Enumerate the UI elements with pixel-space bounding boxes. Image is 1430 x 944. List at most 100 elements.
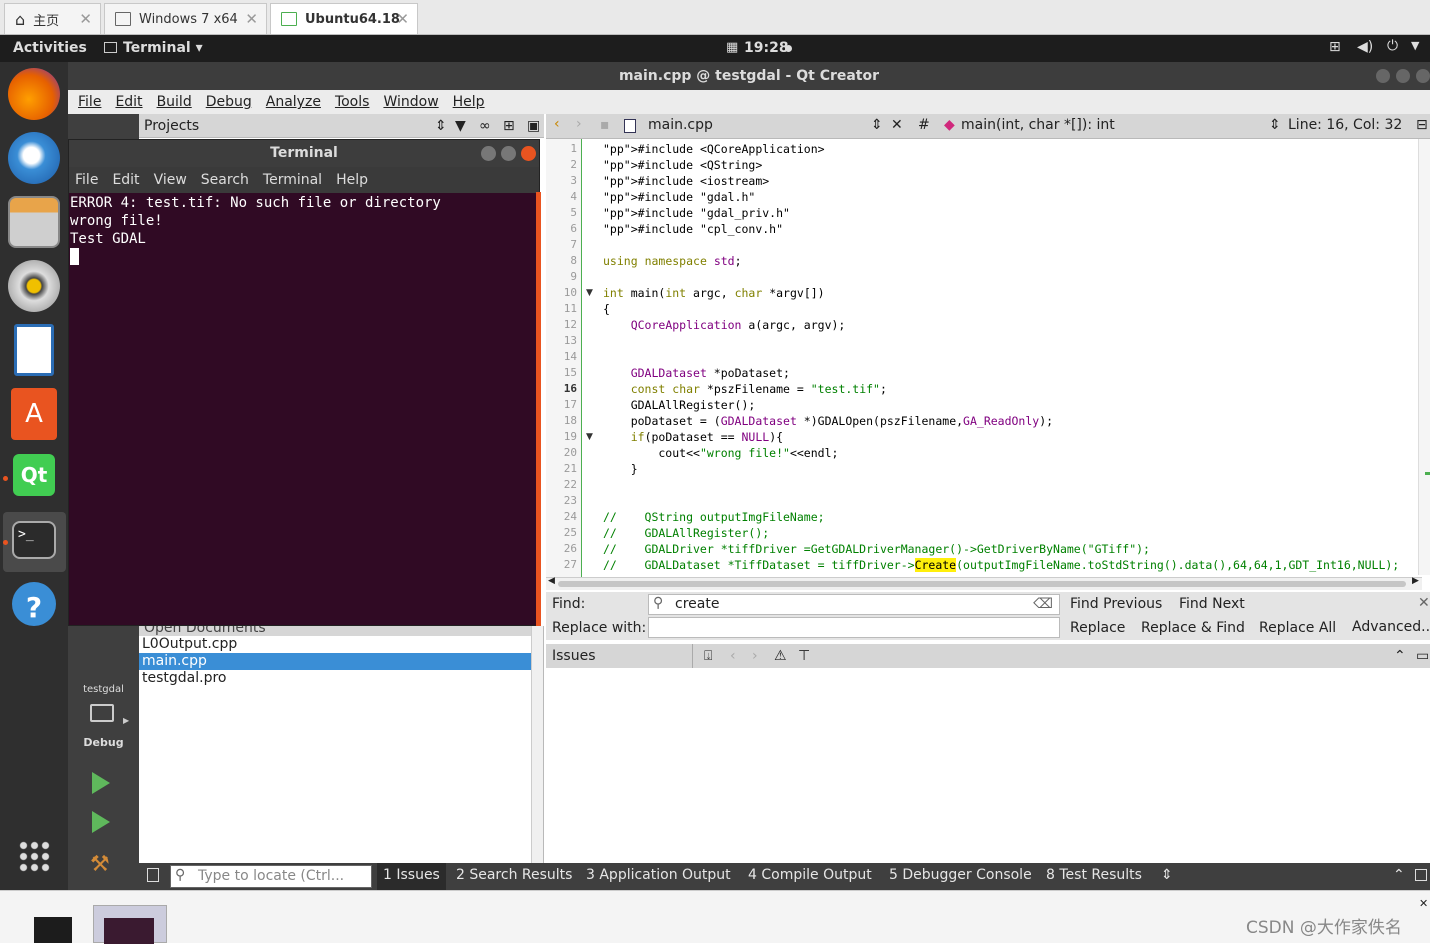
volume-icon[interactable]: ◀) [1357,39,1373,55]
help-icon[interactable]: ? [12,582,56,626]
close-pane-icon[interactable] [1415,869,1427,881]
current-file[interactable]: main.cpp [648,117,713,133]
terminal-menu-terminal[interactable]: Terminal [263,172,322,188]
replace-input[interactable] [648,617,1060,638]
terminal-menu-view[interactable]: View [154,172,187,188]
sort-icon[interactable]: ⇕ [871,117,883,133]
maximize-pane-icon[interactable]: ⌃ [1393,867,1405,883]
forward-icon[interactable]: › [576,116,582,132]
menu-analyze[interactable]: Analyze [266,94,321,110]
activities-button[interactable]: Activities [13,40,87,56]
terminal-menu-edit[interactable]: Edit [112,172,139,188]
fold-icon[interactable]: ▼ [586,432,593,442]
files-icon[interactable] [8,196,60,248]
cursor-position[interactable]: Line: 16, Col: 32 [1288,117,1402,133]
scroll-left-icon[interactable]: ◀ [548,576,555,586]
menu-debug[interactable]: Debug [206,94,252,110]
next-icon[interactable]: › [752,644,758,668]
qt-creator-icon[interactable]: Qt [13,454,55,496]
debug-run-icon[interactable] [92,811,110,833]
split-icon[interactable]: ⊟ [1416,117,1428,133]
close-pane-icon[interactable]: ▭ [1416,644,1429,668]
filter-icon[interactable]: ▼ [455,114,466,138]
find-next-button[interactable]: Find Next [1179,596,1245,612]
link-icon[interactable]: ∞ [479,114,491,138]
tab-debugger-console[interactable]: 5 Debugger Console [889,867,1032,883]
open-documents-header[interactable]: Open Documents [139,626,543,636]
minimize-button[interactable] [481,146,496,161]
clear-icon[interactable]: ⌫ [1033,596,1053,612]
minimize-button[interactable] [1376,69,1390,83]
app-menu-button[interactable]: Terminal ▾ [123,40,203,56]
replace-find-button[interactable]: Replace & Find [1141,620,1245,636]
maximize-pane-icon[interactable]: ⌃ [1394,644,1406,668]
close-button[interactable] [1416,69,1430,83]
terminal-menu-help[interactable]: Help [336,172,368,188]
fold-icon[interactable]: ▼ [586,288,593,298]
open-document-item[interactable]: testgdal.pro [139,670,543,687]
power-icon[interactable]: ⏻ [1387,38,1398,54]
clock[interactable]: 19:28 [744,40,789,56]
maximize-button[interactable] [1396,69,1410,83]
close-icon[interactable]: ✕ [1419,897,1428,910]
show-apps-icon[interactable] [18,840,50,872]
tab-application-output[interactable]: 3 Application Output [586,867,731,883]
find-input[interactable]: ⚲ create ⌫ [648,594,1060,615]
vm-thumbnail-active[interactable] [93,905,167,944]
rhythmbox-icon[interactable] [8,260,60,312]
locator-input[interactable]: ⚲ Type to locate (Ctrl... [170,865,372,888]
filter-icon[interactable]: ⊤ [798,644,810,668]
close-icon[interactable]: ✕ [245,10,258,28]
thunderbird-icon[interactable] [8,132,60,184]
open-document-item[interactable]: L0Output.cpp [139,636,543,653]
menu-window[interactable]: Window [383,94,438,110]
scrollbar[interactable] [531,626,543,863]
terminal-menu-file[interactable]: File [75,172,98,188]
replace-button[interactable]: Replace [1070,620,1125,636]
scroll-right-icon[interactable]: ▶ [1412,576,1419,586]
software-icon[interactable]: A [11,388,57,440]
close-icon[interactable]: ✕ [79,10,92,28]
projects-label[interactable]: Projects [144,118,199,134]
find-previous-button[interactable]: Find Previous [1070,596,1162,612]
split-icon[interactable]: ⊞ [503,114,515,138]
menu-help[interactable]: Help [453,94,485,110]
monitor-icon[interactable] [90,704,114,722]
build-hammer-icon[interactable]: ⚒ [90,852,110,877]
toggle-sidebar-icon[interactable] [147,868,159,882]
chevron-down-icon[interactable]: ▼ [1411,39,1419,52]
open-document-item-selected[interactable]: main.cpp [139,653,531,670]
close-pane-icon[interactable]: ▣ [527,114,540,138]
network-icon[interactable]: ⊞ [1329,39,1341,55]
tab-test-results[interactable]: 8 Test Results [1046,867,1142,883]
tab-search-results[interactable]: 2 Search Results [456,867,572,883]
menu-file[interactable]: File [78,94,101,110]
close-icon[interactable]: ✕ [396,10,409,28]
maximize-button[interactable] [501,146,516,161]
menu-tools[interactable]: Tools [335,94,370,110]
vm-thumbnail[interactable] [34,917,72,943]
vm-tab-ubuntu[interactable]: Ubuntu64.18 ✕ [270,3,418,34]
replace-all-button[interactable]: Replace All [1259,620,1336,636]
vm-tab-home[interactable]: ⌂ 主页 ✕ [4,3,101,34]
warning-icon[interactable]: ⚠ [774,644,787,668]
vertical-scrollbar[interactable] [1418,139,1430,575]
run-icon[interactable] [92,772,110,794]
tab-compile-output[interactable]: 4 Compile Output [748,867,872,883]
advanced-button[interactable]: Advanced... [1352,619,1430,635]
sort-icon[interactable]: ⇕ [435,114,447,138]
close-button[interactable] [521,146,536,161]
terminal-output[interactable]: ERROR 4: test.tif: No such file or direc… [69,193,539,266]
menu-edit[interactable]: Edit [115,94,142,110]
terminal-scrollbar[interactable] [536,192,541,626]
terminal-icon[interactable]: >_ [12,521,56,559]
more-tabs-icon[interactable]: ⇕ [1161,867,1173,883]
sort-icon[interactable]: ⇕ [1269,117,1281,133]
writer-icon[interactable] [14,324,54,376]
firefox-icon[interactable] [8,68,60,120]
clean-icon[interactable]: ⍗ [704,644,712,668]
symbol-selector[interactable]: main(int, char *[]): int [961,117,1115,133]
vm-tab-win7[interactable]: Windows 7 x64 ✕ [104,3,267,34]
code-editor[interactable]: 1 2 3 4 5 6 7 8 9 10 11 12 13 14 15 16 17 18 19 20 21 22 23 24 2… [546,139,1430,577]
back-icon[interactable]: ‹ [554,116,560,132]
